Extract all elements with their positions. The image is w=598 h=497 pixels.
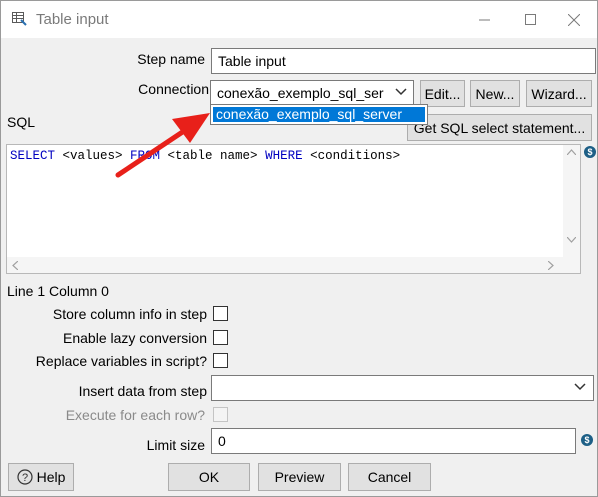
sql-label: SQL (7, 114, 36, 130)
limit-size-input[interactable]: 0 (211, 428, 576, 454)
close-button[interactable] (551, 1, 597, 38)
table-input-dialog: Table input Step name Table input Connec… (0, 0, 598, 497)
scroll-right-icon[interactable] (548, 261, 554, 270)
sql-vertical-scrollbar[interactable] (563, 145, 580, 257)
help-icon: ? (16, 469, 33, 485)
new-connection-button[interactable]: New... (470, 80, 520, 107)
maximize-icon (524, 14, 536, 25)
window-title: Table input (36, 11, 109, 28)
execute-each-row-label: Execute for each row? (65, 407, 205, 423)
lazy-conversion-checkbox[interactable] (213, 330, 228, 345)
wizard-button[interactable]: Wizard... (526, 80, 592, 107)
store-column-info-label: Store column info in step (52, 306, 207, 322)
scroll-up-icon[interactable] (567, 149, 576, 155)
sql-keyword: SELECT (10, 149, 56, 163)
sql-keyword: WHERE (265, 149, 303, 163)
ok-button[interactable]: OK (168, 463, 250, 491)
get-sql-button[interactable]: Get SQL select statement... (407, 114, 592, 141)
table-input-icon (12, 12, 27, 26)
scroll-left-icon[interactable] (12, 261, 18, 270)
step-name-label: Step name (137, 51, 205, 67)
chevron-down-icon (574, 383, 586, 391)
cancel-button[interactable]: Cancel (348, 463, 431, 491)
execute-each-row-checkbox[interactable] (213, 407, 228, 422)
minimize-button[interactable] (461, 1, 507, 38)
connection-select[interactable]: conexão_exemplo_sql_ser (210, 80, 414, 106)
edit-connection-button[interactable]: Edit... (420, 80, 465, 107)
connection-label: Connection (138, 81, 209, 97)
variable-icon: $ (584, 146, 596, 158)
scroll-down-icon[interactable] (567, 237, 576, 243)
step-name-input[interactable]: Table input (211, 48, 596, 74)
connection-select-value: conexão_exemplo_sql_ser (217, 85, 384, 101)
lazy-conversion-label: Enable lazy conversion (63, 330, 207, 346)
replace-variables-label: Replace variables in script? (35, 353, 207, 369)
close-icon (568, 13, 580, 26)
preview-button[interactable]: Preview (258, 463, 341, 491)
limit-size-label: Limit size (146, 437, 205, 453)
title-bar: Table input (1, 1, 597, 38)
sql-editor[interactable]: SELECT <values> FROM <table name> WHERE … (6, 144, 581, 274)
help-button[interactable]: ? Help (8, 463, 74, 491)
svg-text:?: ? (22, 472, 28, 484)
minimize-icon (478, 19, 490, 21)
connection-option[interactable]: conexão_exemplo_sql_server (213, 107, 425, 122)
insert-data-label: Insert data from step (78, 383, 207, 399)
variable-icon: $ (581, 434, 593, 446)
chevron-down-icon (395, 88, 407, 96)
annotation-arrow-icon (115, 113, 210, 178)
replace-variables-checkbox[interactable] (213, 353, 228, 368)
sql-token: <conditions> (302, 149, 401, 163)
sql-horizontal-scrollbar[interactable] (7, 257, 580, 273)
store-column-info-checkbox[interactable] (213, 306, 228, 321)
cursor-position: Line 1 Column 0 (7, 283, 109, 299)
maximize-button[interactable] (507, 1, 553, 38)
help-button-label: Help (36, 469, 66, 485)
connection-dropdown-list: conexão_exemplo_sql_server (210, 104, 428, 125)
insert-data-select[interactable] (211, 375, 594, 401)
